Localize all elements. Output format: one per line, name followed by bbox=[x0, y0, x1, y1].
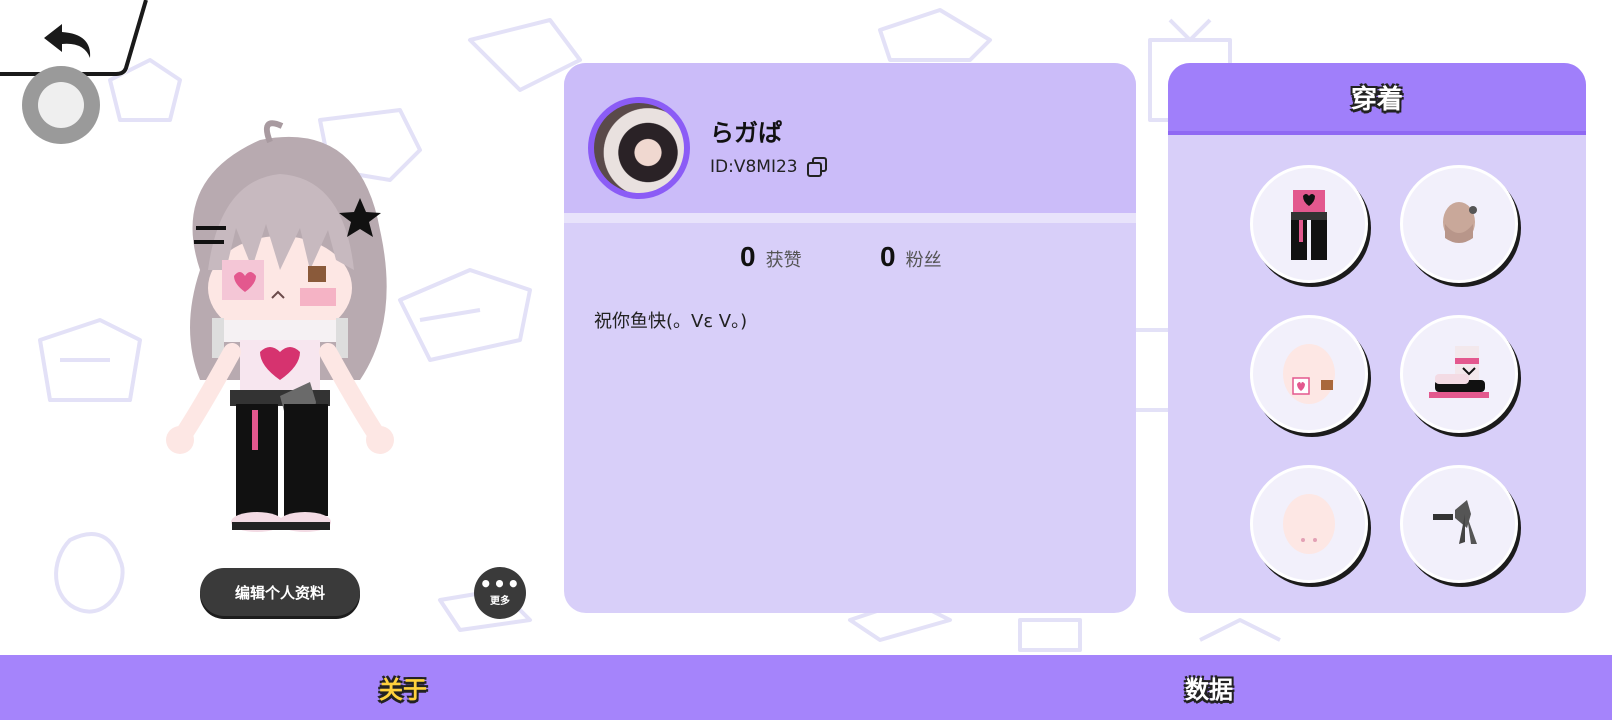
edit-profile-button[interactable]: 编辑个人资料 bbox=[200, 568, 360, 616]
user-id-row: ID:V8MI23 bbox=[710, 156, 828, 178]
profile-header: らガぱ ID:V8MI23 bbox=[564, 63, 1136, 213]
tab-data[interactable]: 数据 bbox=[806, 655, 1612, 720]
record-dot-icon bbox=[38, 82, 84, 128]
wearing-slot-hair[interactable] bbox=[1400, 165, 1518, 283]
wearing-slot-head[interactable] bbox=[1250, 465, 1368, 583]
head-base-icon bbox=[1283, 494, 1335, 554]
record-button[interactable] bbox=[22, 66, 100, 144]
wearing-slot-shoes[interactable] bbox=[1400, 315, 1518, 433]
wearing-slot-accessory[interactable] bbox=[1400, 465, 1518, 583]
profile-photo[interactable] bbox=[588, 97, 690, 199]
avatar-character bbox=[166, 120, 394, 532]
face-icon bbox=[1283, 344, 1335, 404]
outfit-icon bbox=[1291, 190, 1327, 260]
hair-icon bbox=[1443, 202, 1477, 243]
wearing-header: 穿着 bbox=[1168, 63, 1586, 135]
user-id: ID:V8MI23 bbox=[710, 157, 798, 177]
stats-row: 0 获赞 0 粉丝 bbox=[564, 241, 1136, 281]
likes-count: 0 bbox=[740, 241, 756, 272]
more-dots-icon: ••• bbox=[479, 572, 521, 596]
bottom-tab-bar: 关于 数据 bbox=[0, 655, 1612, 720]
likes-stat[interactable]: 0 获赞 bbox=[740, 241, 802, 273]
wearing-panel: 穿着 bbox=[1168, 63, 1586, 613]
more-button[interactable]: ••• 更多 bbox=[474, 567, 526, 619]
fans-label: 粉丝 bbox=[905, 250, 942, 271]
header-divider bbox=[564, 213, 1136, 223]
copy-icon[interactable] bbox=[806, 156, 828, 178]
username: らガぱ bbox=[710, 119, 782, 147]
tab-about[interactable]: 关于 bbox=[0, 655, 806, 720]
bio-text: 祝你鱼快(。ᐯɛ ᐯ。) bbox=[594, 311, 748, 332]
wearing-slot-outfit[interactable] bbox=[1250, 165, 1368, 283]
wearing-title: 穿着 bbox=[1350, 84, 1403, 115]
ribbon-accessory-icon bbox=[1433, 500, 1477, 544]
likes-label: 获赞 bbox=[765, 250, 802, 271]
more-label: 更多 bbox=[490, 596, 510, 607]
profile-card: らガぱ ID:V8MI23 0 获赞 0 粉丝 祝你鱼快(。ᐯɛ ᐯ。) bbox=[564, 63, 1136, 613]
shoes-icon bbox=[1429, 346, 1489, 398]
fans-stat[interactable]: 0 粉丝 bbox=[880, 241, 942, 273]
fans-count: 0 bbox=[880, 241, 896, 272]
wearing-slot-face[interactable] bbox=[1250, 315, 1368, 433]
